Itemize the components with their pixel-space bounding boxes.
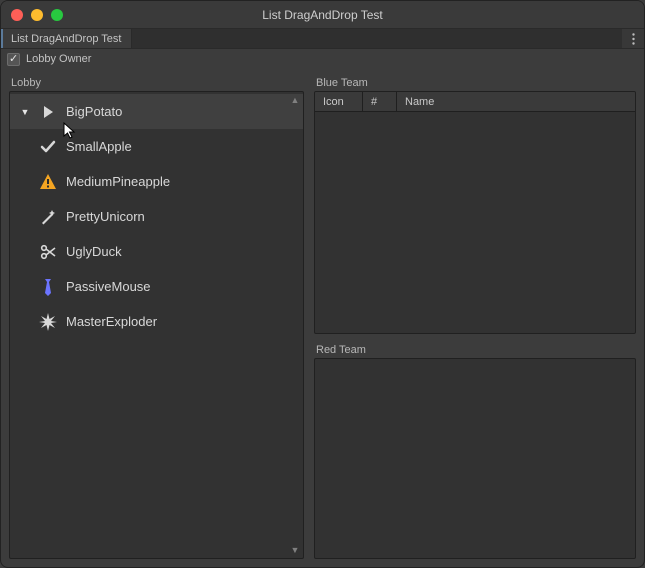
lobby-panel: Lobby ▼ BigPotato SmallApple MediumPineappl… bbox=[9, 77, 304, 559]
lobby-owner-checkbox[interactable] bbox=[7, 53, 20, 66]
lobby-item-label: SmallApple bbox=[66, 139, 132, 154]
lobby-item[interactable]: UglyDuck bbox=[10, 234, 303, 269]
lobby-item-label: PassiveMouse bbox=[66, 279, 151, 294]
app-window: List DragAndDrop Test List DragAndDrop T… bbox=[0, 0, 645, 568]
tab-list-draganddrop[interactable]: List DragAndDrop Test bbox=[1, 29, 132, 48]
burst-icon bbox=[38, 312, 58, 332]
lobby-item[interactable]: PrettyUnicorn bbox=[10, 199, 303, 234]
column-name[interactable]: Name bbox=[397, 92, 635, 112]
red-team-panel: Red Team bbox=[314, 344, 636, 559]
red-team-box[interactable] bbox=[314, 358, 636, 559]
blue-team-box[interactable]: Icon # Name bbox=[314, 91, 636, 334]
minimize-window-button[interactable] bbox=[31, 9, 43, 21]
titlebar: List DragAndDrop Test bbox=[1, 1, 644, 29]
lobby-item[interactable]: SmallApple bbox=[10, 129, 303, 164]
tie-icon bbox=[38, 277, 58, 297]
play-icon bbox=[38, 102, 58, 122]
lobby-item-label: BigPotato bbox=[66, 104, 122, 119]
blue-team-panel: Blue Team Icon # Name bbox=[314, 77, 636, 334]
lobby-title: Lobby bbox=[9, 77, 304, 91]
zoom-window-button[interactable] bbox=[51, 9, 63, 21]
window-title: List DragAndDrop Test bbox=[1, 8, 644, 22]
column-hash[interactable]: # bbox=[363, 92, 397, 112]
tab-strip: List DragAndDrop Test bbox=[1, 29, 644, 49]
tab-strip-spacer bbox=[132, 29, 622, 48]
lobby-item[interactable]: PassiveMouse bbox=[10, 269, 303, 304]
disclosure-triangle-icon[interactable]: ▼ bbox=[20, 107, 30, 117]
lobby-item-label: MediumPineapple bbox=[66, 174, 170, 189]
column-icon[interactable]: Icon bbox=[315, 92, 363, 112]
lobby-box: ▼ BigPotato SmallApple MediumPineapple Prett… bbox=[9, 91, 304, 559]
toolbar: Lobby Owner bbox=[1, 49, 644, 69]
lobby-item[interactable]: MasterExploder bbox=[10, 304, 303, 339]
lobby-owner-label: Lobby Owner bbox=[26, 53, 91, 65]
blue-team-title: Blue Team bbox=[314, 77, 636, 91]
red-team-title: Red Team bbox=[314, 344, 636, 358]
tab-label: List DragAndDrop Test bbox=[11, 33, 121, 45]
lobby-item-label: UglyDuck bbox=[66, 244, 122, 259]
warning-icon bbox=[38, 172, 58, 192]
content: Lobby ▼ BigPotato SmallApple MediumPineappl… bbox=[1, 69, 644, 567]
scroll-down-button[interactable]: ▼ bbox=[289, 544, 301, 556]
lobby-item-label: PrettyUnicorn bbox=[66, 209, 145, 224]
lobby-item[interactable]: MediumPineapple bbox=[10, 164, 303, 199]
window-controls bbox=[1, 9, 63, 21]
blue-team-header: Icon # Name bbox=[315, 92, 635, 112]
scroll-up-button[interactable]: ▲ bbox=[289, 94, 301, 106]
check-icon bbox=[38, 137, 58, 157]
close-window-button[interactable] bbox=[11, 9, 23, 21]
lobby-item-label: MasterExploder bbox=[66, 314, 157, 329]
tab-menu-button[interactable] bbox=[622, 29, 644, 48]
lobby-list[interactable]: ▼ BigPotato SmallApple MediumPineapple Prett… bbox=[10, 92, 303, 339]
vertical-dots-icon bbox=[632, 33, 635, 45]
scissors-icon bbox=[38, 242, 58, 262]
wand-icon bbox=[38, 207, 58, 227]
lobby-item[interactable]: ▼ BigPotato bbox=[10, 94, 303, 129]
teams-panel: Blue Team Icon # Name Red Team bbox=[314, 77, 636, 559]
